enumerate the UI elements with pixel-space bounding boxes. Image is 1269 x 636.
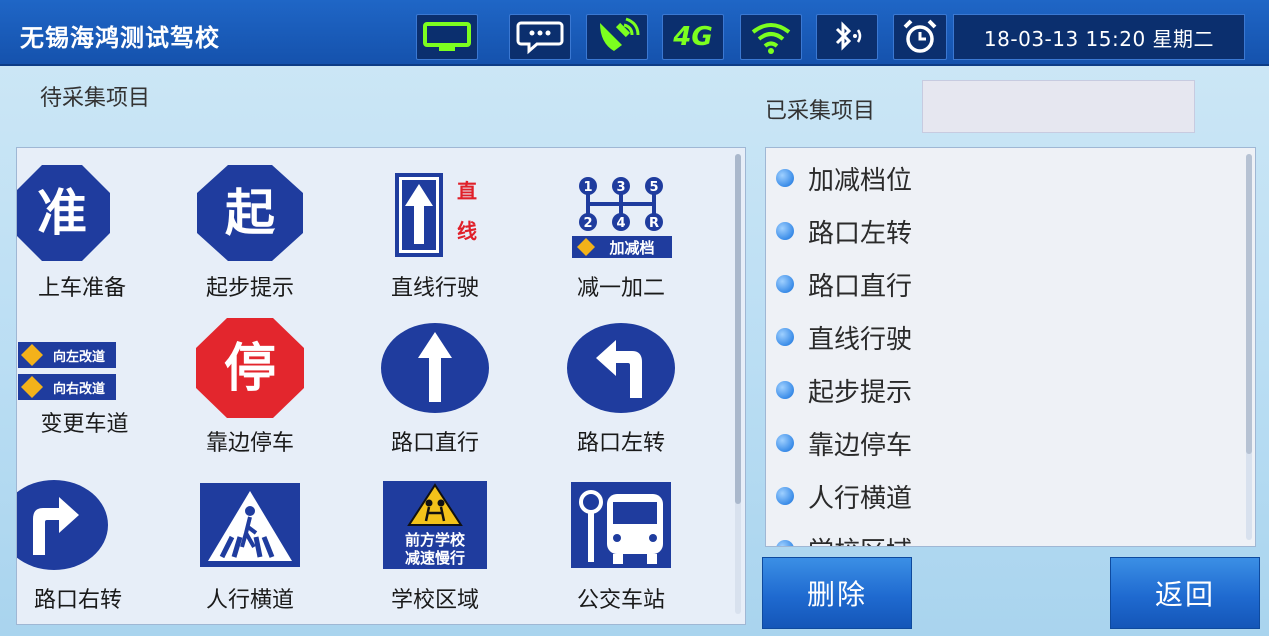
satellite-icon [586,14,648,60]
list-item-label: 靠边停车 [808,430,913,461]
4g-icon: 4G [662,14,724,60]
item-tile-gear[interactable]: 1 3 5 2 4 R 加减档 减一加二 [536,158,706,308]
list-item-label: 加减档位 [808,165,913,196]
gear-sign-text: 加减档 [608,239,654,257]
lane-change-icon: 向左改道 向右改道 [18,342,116,400]
bus-stop-sign-icon [571,482,671,568]
item-tile-crosswalk[interactable]: 人行横道 [165,470,335,620]
item-tile-prepare[interactable]: 准 上车准备 [17,158,147,308]
item-label: 路口左转 [576,431,665,456]
prepare-sign-text: 准 [37,184,87,242]
school-zone-sign-icon: 前方学校 减速慢行 [383,481,487,569]
crosswalk-sign-icon [200,483,300,567]
item-label: 变更车道 [40,412,129,437]
stop-octagon-icon: 停 [196,318,304,418]
right-turn-circle-icon [17,480,108,570]
datetime-display: 18-03-13 15:20 星期二 [953,14,1245,60]
bullet-icon [776,222,794,240]
pending-items-title: 待采集项目 [40,86,151,111]
gear-label: 4 [616,216,625,231]
item-label: 学校区域 [390,588,479,613]
app-title: 无锡海鸿测试驾校 [20,24,220,52]
list-item[interactable]: 加减档位 [776,158,912,198]
item-label: 公交车站 [576,588,665,613]
list-item-label: 路口直行 [808,271,913,302]
captured-items-title: 已采集项目 [765,99,876,124]
pending-items-grid[interactable]: 准 上车准备 起 起步提示 直 线 直线行驶 1 3 5 2 4 R 加减档 减… [16,147,746,625]
start-sign-text: 起 [225,184,276,242]
item-label: 减一加二 [576,276,665,301]
stop-sign-text: 停 [224,339,276,399]
delete-button[interactable]: 删除 [762,557,912,629]
lane-left-text: 向左改道 [53,349,105,365]
list-item[interactable]: 靠边停车 [776,423,912,463]
bullet-icon [776,540,794,546]
straight-sign-text-2: 线 [457,219,477,243]
top-bar: 无锡海鸿测试驾校 4G 18-03-13 15:20 星期二 [0,0,1269,66]
gear-label: 3 [616,180,625,195]
list-item-label: 起步提示 [808,377,913,408]
list-item[interactable]: 人行横道 [776,476,912,516]
gear-label: R [649,216,659,231]
item-label: 靠边停车 [205,431,294,456]
straight-arrow-sign-icon: 直 线 [395,173,477,257]
item-tile-school-zone[interactable]: 前方学校 减速慢行 学校区域 [350,470,520,620]
item-tile-pull-over[interactable]: 停 靠边停车 [165,313,335,463]
item-label: 起步提示 [205,276,294,301]
monitor-icon [416,14,478,60]
bullet-icon [776,381,794,399]
item-tile-left-turn[interactable]: 路口左转 [536,313,706,463]
school-sign-text-1: 前方学校 [405,531,466,549]
list-item[interactable]: 路口左转 [776,211,912,251]
gear-label: 1 [583,180,592,195]
message-icon [509,14,571,60]
alarm-clock-icon [893,14,947,60]
captured-items-list[interactable]: 加减档位 路口左转 路口直行 直线行驶 起步提示 靠边停车 人行横道 学校区域 [765,147,1256,547]
list-item-label: 直线行驶 [808,324,913,355]
list-item[interactable]: 起步提示 [776,370,912,410]
bullet-icon [776,328,794,346]
item-label: 人行横道 [205,588,294,613]
wifi-icon [740,14,802,60]
back-button[interactable]: 返回 [1110,557,1260,629]
list-item-label: 学校区域 [808,531,912,547]
gear-label: 2 [583,216,592,231]
gear-label: 5 [649,180,658,195]
school-sign-text-2: 减速慢行 [405,549,465,567]
straight-sign-text-1: 直 [457,179,477,203]
list-item-label: 人行横道 [808,483,913,514]
list-scrollbar-thumb[interactable] [1246,154,1252,454]
item-tile-right-turn[interactable]: 路口右转 [17,470,139,620]
left-turn-circle-icon [567,323,675,413]
item-tile-lane-change[interactable]: 向左改道 向右改道 变更车道 [17,316,152,466]
item-label: 路口右转 [33,588,122,613]
item-tile-intersection-straight[interactable]: 路口直行 [350,313,520,463]
grid-scrollbar-thumb[interactable] [735,154,741,504]
lane-right-text: 向右改道 [53,381,105,397]
list-item-label: 路口左转 [808,218,913,249]
4g-label: 4G [673,22,713,52]
bullet-icon [776,434,794,452]
bullet-icon [776,169,794,187]
list-item[interactable]: 学校区域 [776,529,912,547]
item-tile-straight[interactable]: 直 线 直线行驶 [350,158,520,308]
item-label: 路口直行 [390,431,479,456]
straight-circle-icon [381,323,489,413]
list-item[interactable]: 路口直行 [776,264,912,304]
item-tile-bus-stop[interactable]: 公交车站 [536,470,706,620]
item-tile-start[interactable]: 起 起步提示 [165,158,335,308]
bullet-icon [776,487,794,505]
prepare-octagon-icon: 准 [17,165,110,261]
bluetooth-icon [816,14,878,60]
gear-shift-icon: 1 3 5 2 4 R 加减档 [572,177,672,258]
start-octagon-icon: 起 [197,165,303,261]
item-label: 直线行驶 [390,276,479,301]
item-label: 上车准备 [37,276,126,301]
bullet-icon [776,275,794,293]
list-item[interactable]: 直线行驶 [776,317,912,357]
captured-items-field[interactable] [922,80,1195,133]
